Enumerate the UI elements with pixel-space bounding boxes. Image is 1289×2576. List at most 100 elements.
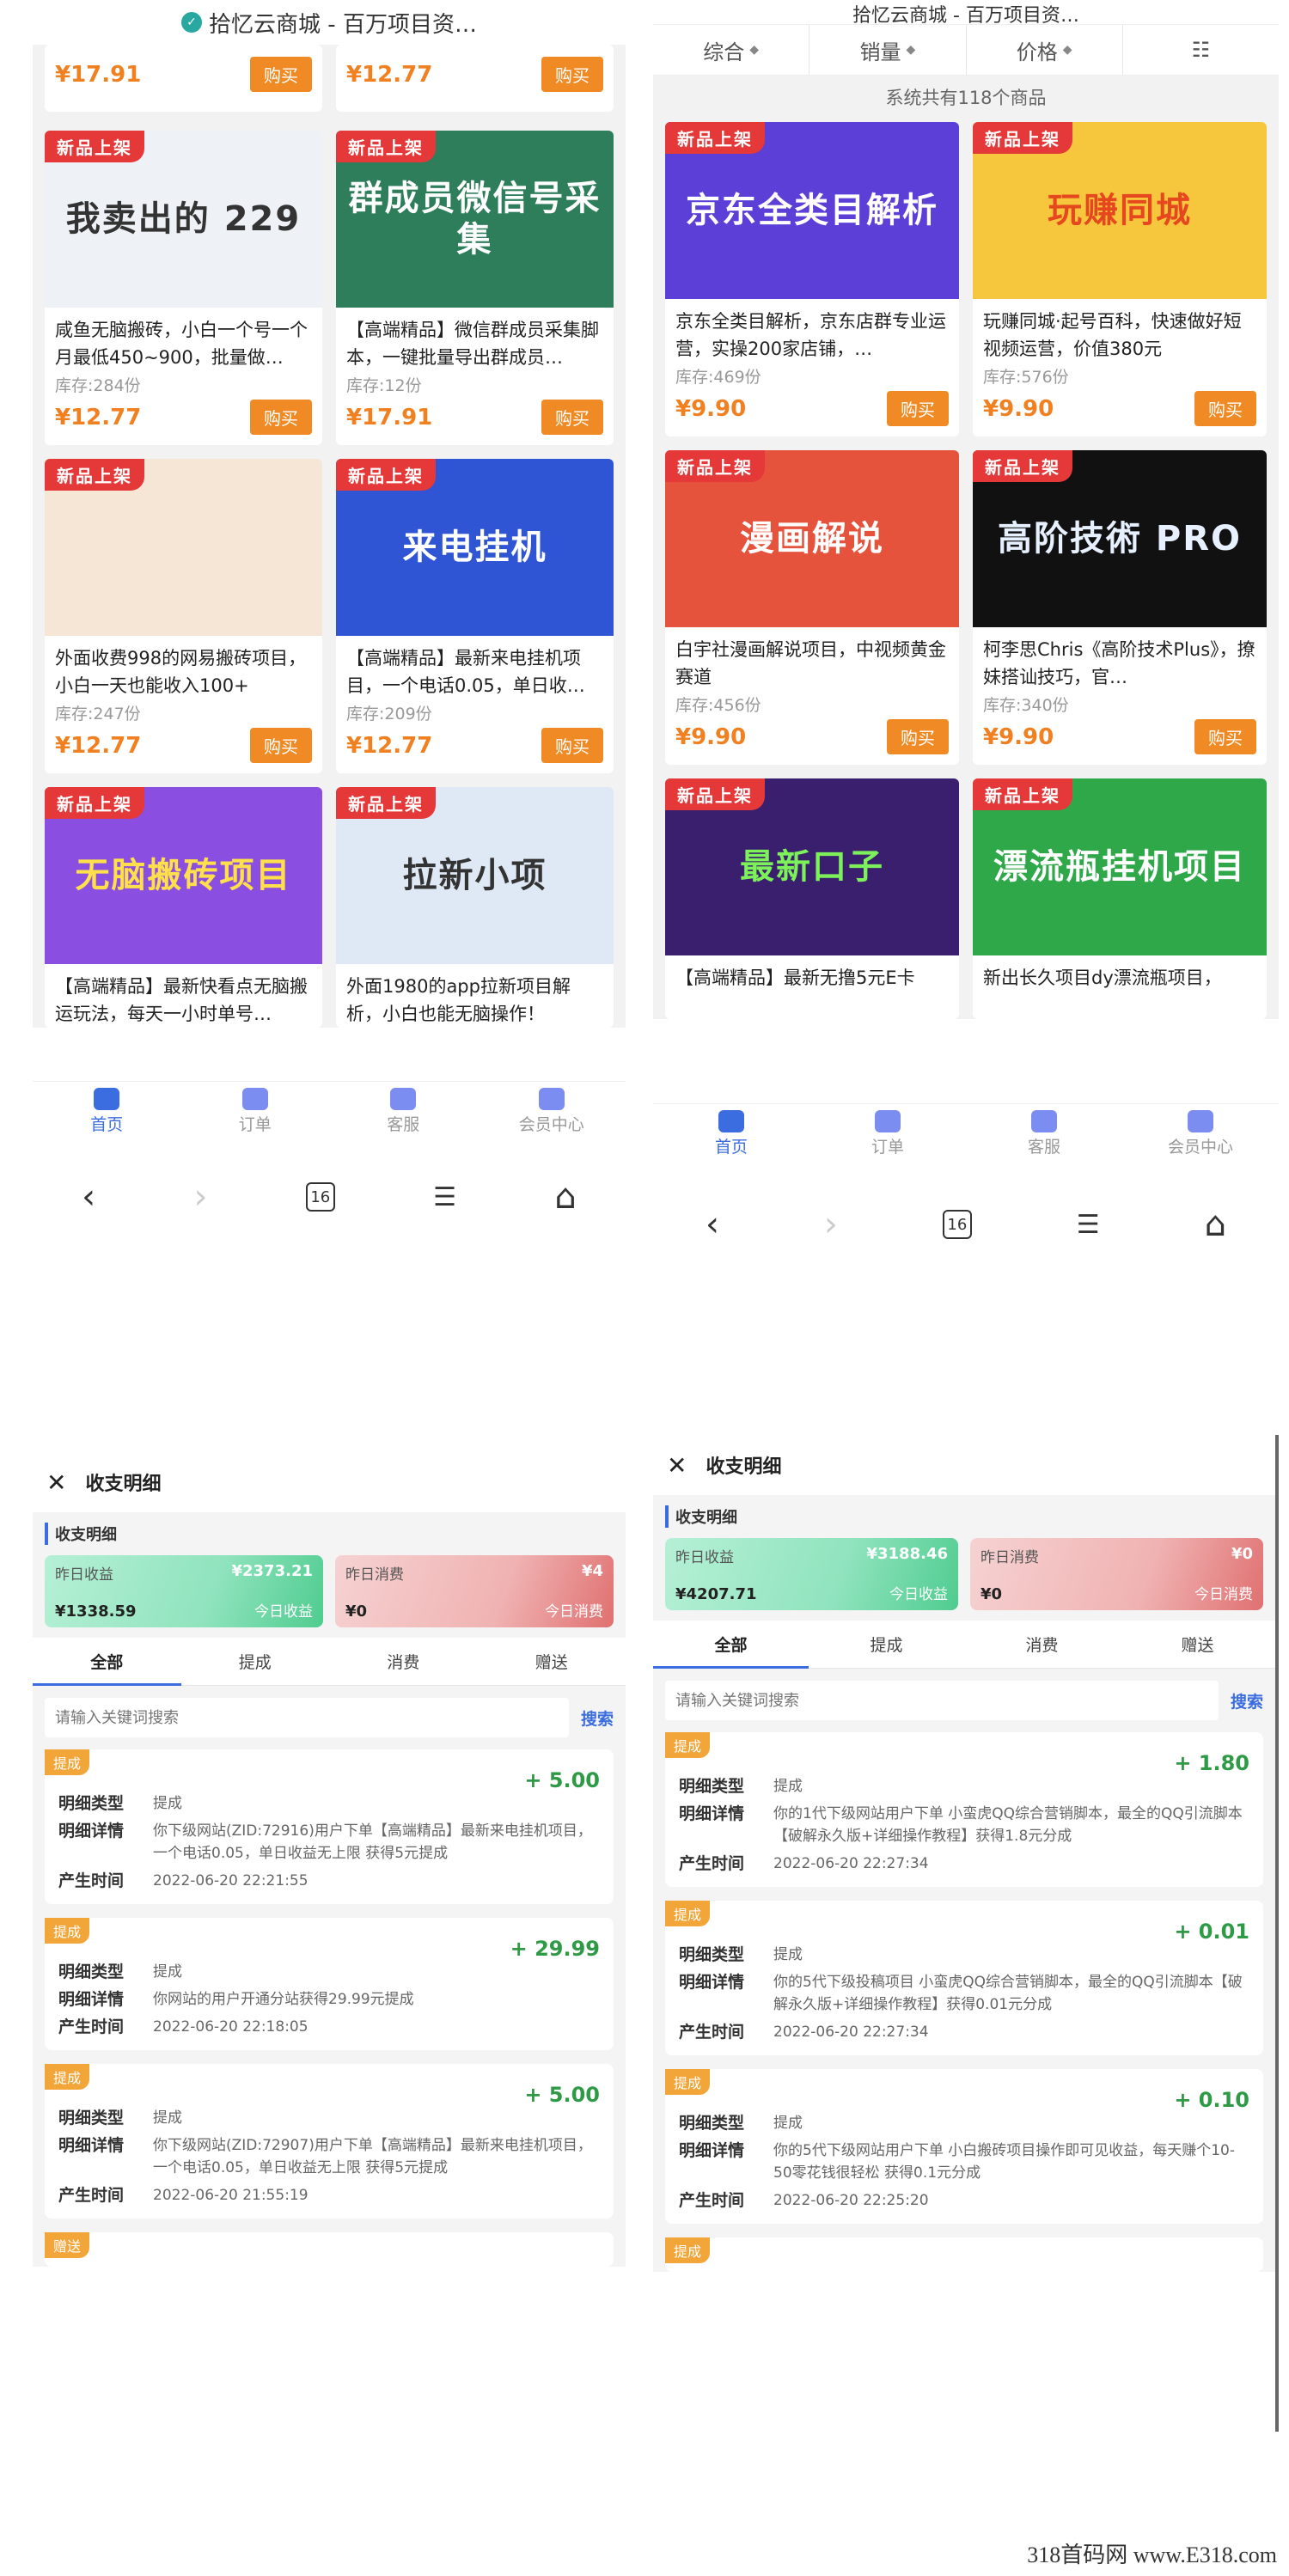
- menu-button[interactable]: ☰: [1077, 1210, 1100, 1240]
- income-card: 昨日收益 ¥3188.46 ¥4207.71 今日收益: [665, 1538, 958, 1610]
- product-card[interactable]: 新品上架 京东全类目解析 京东全类目解析，京东店群专业运营，实操200家店铺，… 库存…: [665, 122, 959, 436]
- product-card[interactable]: 新品上架 漂流瓶挂机项目 新出长久项目dy漂流瓶项目，: [973, 778, 1267, 1019]
- tab-gift[interactable]: 赠送: [1120, 1621, 1275, 1668]
- product-stock: 库存:576份: [983, 368, 1069, 387]
- home-button[interactable]: ⌂: [554, 1177, 576, 1217]
- buy-button[interactable]: 购买: [250, 57, 312, 92]
- search-input[interactable]: [45, 1698, 569, 1737]
- tab-member[interactable]: 会员中心: [1122, 1104, 1279, 1163]
- product-card[interactable]: 新品上架 来电挂机 【高端精品】最新来电挂机项目，一个电话0.05，单日收… 库存:2…: [336, 459, 614, 773]
- product-card-partial[interactable]: ¥17.91 购买: [45, 45, 322, 112]
- buy-button[interactable]: 购买: [541, 728, 603, 763]
- product-stock: 库存:456份: [675, 696, 761, 715]
- tab-all[interactable]: 全部: [33, 1638, 181, 1686]
- record-badge: 提成: [45, 2064, 90, 2090]
- price: ¥12.77: [346, 732, 433, 759]
- product-title: 【高端精品】最新来电挂机项目，一个电话0.05，单日收…: [346, 648, 585, 696]
- product-card[interactable]: 新品上架 高阶技術 PRO 柯李思Chris《高阶技术Plus》，撩妹搭讪技巧，官……: [973, 450, 1267, 765]
- new-badge: 新品上架: [45, 131, 144, 162]
- tabs-button[interactable]: 16: [305, 1182, 335, 1212]
- buy-button[interactable]: 购买: [887, 391, 949, 426]
- tab-service[interactable]: 客服: [966, 1104, 1122, 1163]
- close-icon[interactable]: ✕: [667, 1451, 687, 1480]
- buy-button[interactable]: 购买: [1194, 719, 1256, 754]
- buy-button[interactable]: 购买: [887, 719, 949, 754]
- tab-service[interactable]: 客服: [329, 1082, 478, 1141]
- tab-member[interactable]: 会员中心: [478, 1082, 626, 1141]
- close-icon[interactable]: ✕: [46, 1468, 66, 1497]
- sort-sales[interactable]: 销量 ◆: [809, 25, 967, 75]
- field-label: 明细类型: [58, 1963, 125, 1981]
- member-icon: [1188, 1110, 1213, 1132]
- tabs-button[interactable]: 16: [942, 1210, 972, 1239]
- product-card[interactable]: 新品上架 漫画解说 白宇社漫画解说项目，中视频黄金赛道 库存:456份 ¥9.90 购买: [665, 450, 959, 765]
- tab-commission[interactable]: 提成: [181, 1638, 330, 1685]
- product-thumbnail: 新品上架 群成员微信号采集: [336, 131, 614, 308]
- back-button[interactable]: ‹: [82, 1177, 95, 1217]
- search-button[interactable]: 搜索: [1231, 1689, 1263, 1712]
- product-card[interactable]: 新品上架 最新口子 【高端精品】最新无撸5元E卡: [665, 778, 959, 1019]
- tab-orders[interactable]: 订单: [809, 1104, 966, 1163]
- tab-all[interactable]: 全部: [653, 1621, 809, 1669]
- product-stock: 库存:469份: [675, 368, 761, 387]
- product-card[interactable]: 新品上架 拉新小项 外面1980的app拉新项目解析，小白也能无脑操作！: [336, 787, 614, 1028]
- tab-spend[interactable]: 消费: [964, 1621, 1120, 1668]
- sort-comprehensive[interactable]: 综合 ◆: [653, 25, 810, 75]
- product-card-partial[interactable]: ¥12.77 购买: [336, 45, 614, 112]
- search-button[interactable]: 搜索: [581, 1706, 614, 1730]
- record-field: 产生时间 2022-06-20 22:18:05: [58, 2016, 600, 2038]
- tab-label: 会员中心: [518, 1115, 584, 1134]
- forward-button[interactable]: ›: [193, 1177, 207, 1217]
- record-card[interactable]: 提成 + 0.01 明细类型 提成 明细详情 你的5代下级投稿项目 小蛮虎QQ综合营销脚本…: [665, 1901, 1263, 2055]
- tab-orders[interactable]: 订单: [181, 1082, 330, 1141]
- product-thumbnail: 新品上架 来电挂机: [336, 459, 614, 636]
- record-card[interactable]: 提成 + 1.80 明细类型 提成 明细详情 你的1代下级网站用户下单 小蛮虎QQ综合营销…: [665, 1732, 1263, 1887]
- buy-button[interactable]: 购买: [1194, 391, 1256, 426]
- buy-button[interactable]: 购买: [541, 57, 603, 92]
- product-card[interactable]: 新品上架 我卖出的 229 咸鱼无脑搬砖，小白一个号一个月最低450~900，批量做…: [45, 131, 322, 445]
- product-card[interactable]: 新品上架 玩赚同城 玩赚同城·起号百科，快速做好短视频运营，价值380元 库存:576…: [973, 122, 1267, 436]
- field-label: 产生时间: [679, 2023, 745, 2042]
- record-card[interactable]: 提成 + 5.00 明细类型 提成 明细详情 你下级网站(ZID:72916)用户下单【高…: [45, 1749, 614, 1904]
- list-view-icon[interactable]: ☷: [1123, 25, 1279, 75]
- page-title: 收支明细: [706, 1456, 782, 1478]
- product-title: 白宇社漫画解说项目，中视频黄金赛道: [675, 639, 946, 687]
- back-button[interactable]: ‹: [706, 1205, 719, 1244]
- record-card[interactable]: 提成 + 0.10 明细类型 提成 明细详情 你的5代下级网站用户下单 小白搬砖项目操作即…: [665, 2069, 1263, 2224]
- product-card[interactable]: 新品上架 群成员微信号采集 【高端精品】微信群成员采集脚本，一键批量导出群成员… 库存…: [336, 131, 614, 445]
- record-card[interactable]: 提成 + 5.00 明细类型 提成 明细详情 你下级网站(ZID:72907)用户下单【高…: [45, 2064, 614, 2219]
- tab-home[interactable]: 首页: [653, 1104, 809, 1163]
- buy-button[interactable]: 购买: [250, 400, 312, 435]
- search-input[interactable]: [665, 1681, 1219, 1720]
- product-card[interactable]: 新品上架 外面收费998的网易搬砖项目，小白一天也能收入100+ 库存:247份 ¥1…: [45, 459, 322, 773]
- buy-button[interactable]: 购买: [541, 400, 603, 435]
- tab-label: 订单: [871, 1138, 904, 1157]
- sort-price[interactable]: 价格 ◆: [967, 25, 1123, 75]
- field-label: 明细类型: [58, 1794, 125, 1813]
- price-row: ¥12.77 购买: [45, 726, 322, 773]
- tab-gift[interactable]: 赠送: [478, 1638, 626, 1685]
- tab-commission[interactable]: 提成: [809, 1621, 964, 1668]
- tab-home[interactable]: 首页: [33, 1082, 181, 1141]
- field-label: 产生时间: [679, 2191, 745, 2210]
- record-field: 明细类型 提成: [679, 1944, 1249, 1966]
- product-count: 系统共有118个商品: [653, 76, 1279, 119]
- field-value: 2022-06-20 21:55:19: [153, 2187, 309, 2204]
- section-label: 收支明细: [45, 1523, 614, 1545]
- product-thumbnail: 新品上架 我卖出的 229: [45, 131, 322, 308]
- buy-button[interactable]: 购买: [250, 728, 312, 763]
- new-badge: 新品上架: [973, 778, 1072, 810]
- new-badge: 新品上架: [665, 450, 765, 482]
- menu-button[interactable]: ☰: [433, 1182, 456, 1212]
- forward-button[interactable]: ›: [824, 1205, 838, 1244]
- tab-label: 会员中心: [1167, 1138, 1233, 1157]
- record-card[interactable]: 提成: [665, 2237, 1263, 2272]
- home-button[interactable]: ⌂: [1205, 1205, 1226, 1244]
- record-card[interactable]: 提成 + 29.99 明细类型 提成 明细详情 你网站的用户开通分站获得29.99元提成产…: [45, 1918, 614, 2050]
- spend-card: 昨日消费 ¥0 ¥0 今日消费: [970, 1538, 1263, 1610]
- product-card[interactable]: 新品上架 无脑搬砖项目 【高端精品】最新快看点无脑搬运玩法，每天一小时单号…: [45, 787, 322, 1028]
- field-value: 提成: [153, 1963, 182, 1981]
- tab-spend[interactable]: 消费: [329, 1638, 478, 1685]
- record-card[interactable]: 赠送: [45, 2232, 614, 2267]
- orders-icon: [241, 1088, 268, 1110]
